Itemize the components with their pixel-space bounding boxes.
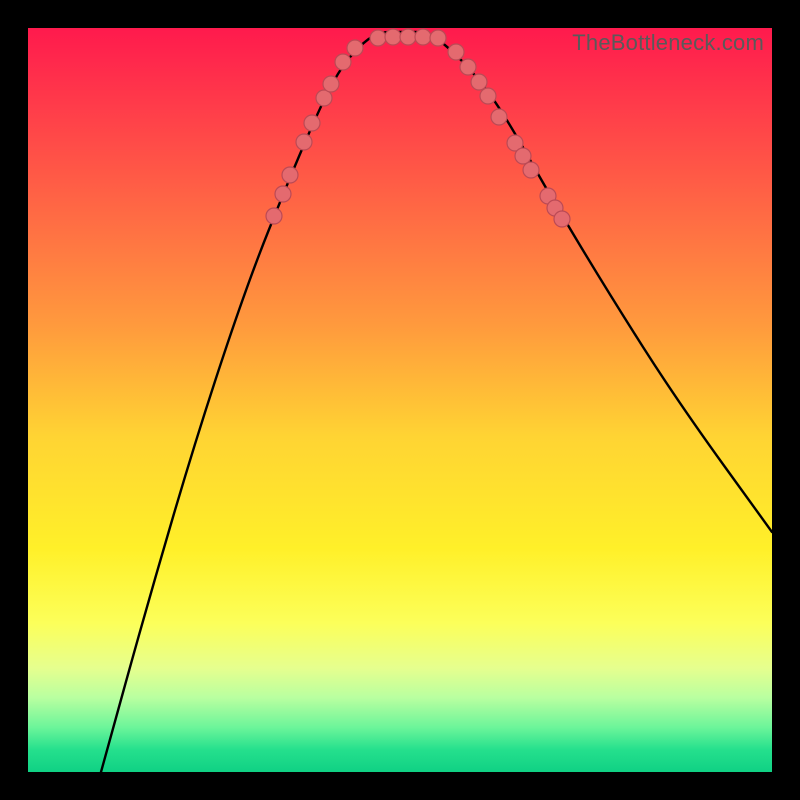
curve-marker [266, 208, 282, 224]
curve-marker [430, 30, 446, 46]
curve-marker [370, 30, 386, 46]
chart-frame: TheBottleneck.com [0, 0, 800, 800]
bottleneck-curve [101, 32, 772, 772]
curve-marker [400, 29, 416, 45]
curve-marker [460, 59, 476, 75]
curve-marker [415, 29, 431, 45]
curve-marker [480, 88, 496, 104]
curve-marker [554, 211, 570, 227]
curve-marker [323, 76, 339, 92]
curve-marker [523, 162, 539, 178]
curve-marker [275, 186, 291, 202]
curve-markers [266, 29, 570, 227]
curve-layer [28, 28, 772, 772]
curve-marker [515, 148, 531, 164]
curve-marker [304, 115, 320, 131]
curve-marker [471, 74, 487, 90]
curve-marker [491, 109, 507, 125]
curve-marker [335, 54, 351, 70]
curve-marker [385, 29, 401, 45]
plot-area: TheBottleneck.com [28, 28, 772, 772]
curve-marker [282, 167, 298, 183]
curve-marker [448, 44, 464, 60]
curve-marker [296, 134, 312, 150]
curve-marker [347, 40, 363, 56]
